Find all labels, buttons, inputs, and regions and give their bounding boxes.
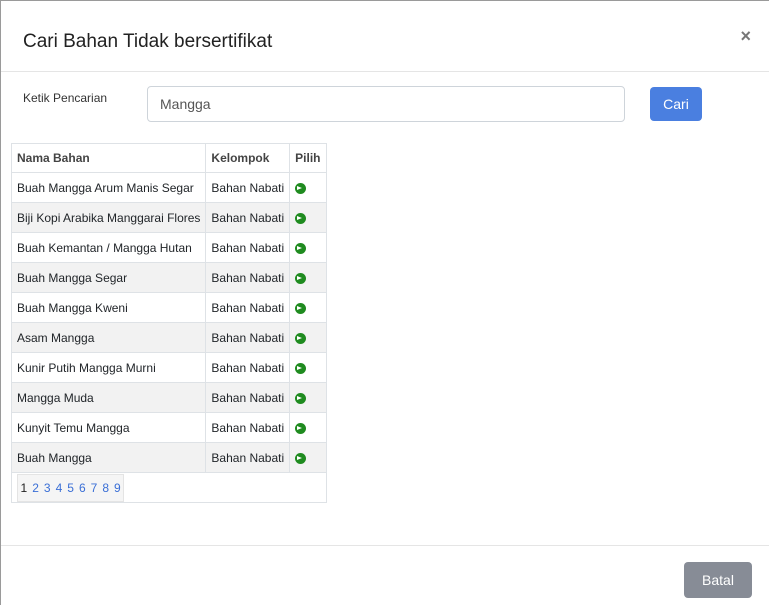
- search-modal: Cari Bahan Tidak bersertifikat × Ketik P…: [0, 0, 769, 605]
- cell-pick: [289, 322, 327, 353]
- arrow-circle-right-icon[interactable]: [295, 302, 307, 314]
- cell-name: Asam Mangga: [10, 322, 207, 353]
- footer-divider: [1, 545, 769, 546]
- cell-group: Bahan Nabati: [205, 382, 291, 413]
- cell-pick: [289, 292, 327, 323]
- page-link[interactable]: 6: [76, 475, 88, 501]
- arrow-circle-right-icon[interactable]: [295, 422, 307, 434]
- table-header-row: Nama Bahan Kelompok Pilih: [10, 143, 327, 173]
- cell-group: Bahan Nabati: [205, 352, 291, 383]
- page-link[interactable]: 2: [30, 475, 42, 501]
- cell-group: Bahan Nabati: [205, 202, 291, 233]
- column-header-name: Nama Bahan: [10, 143, 207, 173]
- cell-name: Kunir Putih Mangga Murni: [10, 352, 207, 383]
- cell-name: Mangga Muda: [10, 382, 207, 413]
- arrow-circle-right-icon[interactable]: [295, 392, 307, 404]
- cell-group: Bahan Nabati: [205, 262, 291, 293]
- arrow-circle-right-icon[interactable]: [295, 332, 307, 344]
- arrow-circle-right-icon[interactable]: [295, 212, 307, 224]
- search-input[interactable]: [147, 86, 625, 122]
- search-label: Ketik Pencarian: [23, 91, 108, 105]
- results-table: Nama Bahan Kelompok Pilih Buah Mangga Ar…: [10, 143, 327, 503]
- table-row: Buah Mangga Bahan Nabati: [10, 442, 327, 473]
- pagination: 1 2 3 4 5 6 7 8 9: [17, 473, 125, 502]
- page-link[interactable]: 4: [53, 475, 65, 501]
- table-row: Kunir Putih Mangga Murni Bahan Nabati: [10, 352, 327, 383]
- cell-name: Buah Mangga Segar: [10, 262, 207, 293]
- table-row: Buah Kemantan / Mangga Hutan Bahan Nabat…: [10, 232, 327, 263]
- page-link[interactable]: 7: [88, 475, 100, 501]
- table-row: Buah Mangga Arum Manis Segar Bahan Nabat…: [10, 172, 327, 203]
- cell-pick: [289, 172, 327, 203]
- cell-group: Bahan Nabati: [205, 232, 291, 263]
- cell-pick: [289, 442, 327, 473]
- search-button[interactable]: Cari: [650, 87, 702, 121]
- page-link[interactable]: 8: [100, 475, 112, 501]
- arrow-circle-right-icon[interactable]: [295, 452, 307, 464]
- table-row: Kunyit Temu Mangga Bahan Nabati: [10, 412, 327, 443]
- column-header-pick: Pilih: [289, 143, 327, 173]
- cell-name: Biji Kopi Arabika Manggarai Flores: [10, 202, 207, 233]
- cell-pick: [289, 412, 327, 443]
- cell-pick: [289, 352, 327, 383]
- cell-pick: [289, 382, 327, 413]
- pagination-row: 1 2 3 4 5 6 7 8 9: [11, 472, 327, 503]
- cell-group: Bahan Nabati: [205, 292, 291, 323]
- page-link[interactable]: 9: [112, 475, 124, 501]
- cancel-button[interactable]: Batal: [684, 562, 752, 598]
- cell-group: Bahan Nabati: [205, 172, 291, 203]
- cell-name: Buah Mangga: [10, 442, 207, 473]
- cell-name: Kunyit Temu Mangga: [10, 412, 207, 443]
- page-link[interactable]: 5: [65, 475, 77, 501]
- pagination-cell: 1 2 3 4 5 6 7 8 9: [11, 472, 327, 503]
- table-row: Buah Mangga Segar Bahan Nabati: [10, 262, 327, 293]
- table-row: Mangga Muda Bahan Nabati: [10, 382, 327, 413]
- cell-pick: [289, 262, 327, 293]
- cell-pick: [289, 232, 327, 263]
- cell-pick: [289, 202, 327, 233]
- arrow-circle-right-icon[interactable]: [295, 242, 307, 254]
- modal-header: Cari Bahan Tidak bersertifikat ×: [1, 1, 769, 72]
- page-link[interactable]: 3: [41, 475, 53, 501]
- cell-group: Bahan Nabati: [205, 412, 291, 443]
- table-row: Biji Kopi Arabika Manggarai Flores Bahan…: [10, 202, 327, 233]
- table-row: Buah Mangga Kweni Bahan Nabati: [10, 292, 327, 323]
- close-icon[interactable]: ×: [740, 27, 751, 45]
- arrow-circle-right-icon[interactable]: [295, 182, 307, 194]
- arrow-circle-right-icon[interactable]: [295, 272, 307, 284]
- cell-name: Buah Mangga Kweni: [10, 292, 207, 323]
- cell-group: Bahan Nabati: [205, 322, 291, 353]
- page-link-current[interactable]: 1: [18, 475, 30, 501]
- cell-group: Bahan Nabati: [205, 442, 291, 473]
- cell-name: Buah Mangga Arum Manis Segar: [10, 172, 207, 203]
- arrow-circle-right-icon[interactable]: [295, 362, 307, 374]
- table-row: Asam Mangga Bahan Nabati: [10, 322, 327, 353]
- cell-name: Buah Kemantan / Mangga Hutan: [10, 232, 207, 263]
- modal-title: Cari Bahan Tidak bersertifikat: [23, 31, 273, 52]
- column-header-group: Kelompok: [205, 143, 291, 173]
